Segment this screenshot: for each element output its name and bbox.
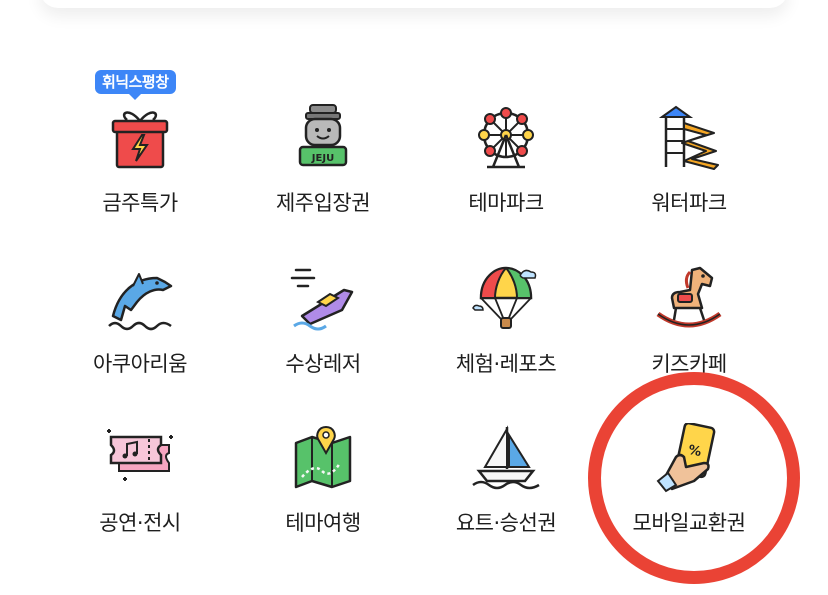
category-label: 테마파크 [468, 191, 544, 215]
category-label: 금주특가 [102, 191, 178, 215]
category-theme-travel[interactable]: 테마여행 [248, 423, 398, 553]
category-performance-exhibition[interactable]: 공연·전시 [65, 423, 215, 553]
jet-ski-icon [288, 264, 358, 334]
category-label: 키즈카페 [651, 352, 727, 376]
ferris-wheel-icon [471, 103, 541, 173]
category-weekly-deal[interactable]: 금주특가 [65, 103, 215, 233]
category-grid: 금주특가 JEJU 제주입장권 테마파크 워터파크 아쿠아리움 수상레저 체험·… [0, 0, 828, 595]
category-label: 제주입장권 [275, 191, 371, 215]
category-jeju-ticket[interactable]: JEJU 제주입장권 [248, 103, 398, 233]
category-label: 워터파크 [651, 191, 727, 215]
category-label: 모바일교환권 [632, 511, 746, 535]
category-mobile-voucher[interactable]: % 모바일교환권 [614, 423, 764, 553]
category-aquarium[interactable]: 아쿠아리움 [65, 264, 215, 394]
gift-lightning-icon [105, 103, 175, 173]
category-label: 테마여행 [285, 511, 361, 535]
category-yacht-boarding[interactable]: 요트·승선권 [431, 423, 581, 553]
category-kids-cafe[interactable]: 키즈카페 [614, 264, 764, 394]
category-label: 공연·전시 [99, 511, 181, 535]
category-water-leisure[interactable]: 수상레저 [248, 264, 398, 394]
map-pin-icon [288, 423, 358, 493]
category-experience-sports[interactable]: 체험·레포츠 [431, 264, 581, 394]
water-slide-icon [654, 103, 724, 173]
jeju-character-icon: JEJU [288, 103, 358, 173]
sailboat-icon [471, 423, 541, 493]
category-label: 체험·레포츠 [455, 352, 557, 376]
parachute-icon [471, 264, 541, 334]
svg-text:JEJU: JEJU [311, 153, 334, 164]
category-label: 아쿠아리움 [92, 352, 188, 376]
category-label: 요트·승선권 [455, 511, 557, 535]
mobile-coupon-icon: % [654, 423, 724, 493]
category-water-park[interactable]: 워터파크 [614, 103, 764, 233]
phoenix-pyeongchang-badge: 휘닉스평창 [95, 70, 176, 100]
ticket-music-icon [105, 423, 175, 493]
dolphin-icon [105, 264, 175, 334]
rocking-horse-icon [654, 264, 724, 334]
category-theme-park[interactable]: 테마파크 [431, 103, 581, 233]
category-label: 수상레저 [285, 352, 361, 376]
